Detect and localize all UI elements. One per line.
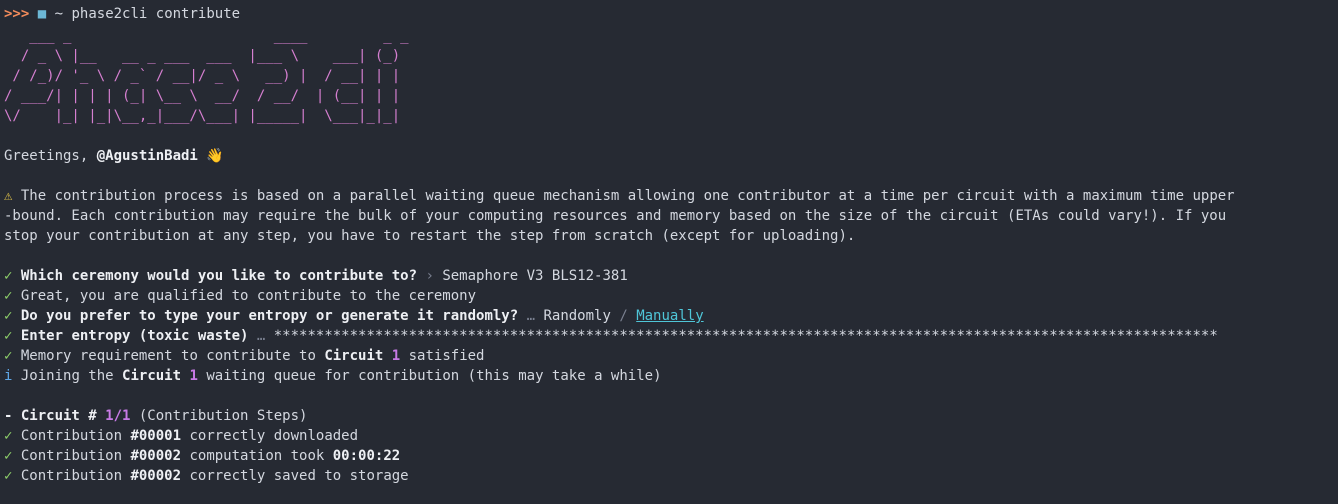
waving-hand-icon: 👋 (206, 148, 224, 164)
entropy-input-line: ✓ Enter entropy (toxic waste) … ********… (4, 328, 1218, 344)
circuit-progress: 1/1 (105, 408, 131, 424)
entropy-question-line: ✓ Do you prefer to type your entropy or … (4, 308, 704, 324)
entropy-masked-value: ****************************************… (273, 328, 1218, 344)
banner-line: / _ \ |__ __ _ ___ ___ |___ \ ___| (_) (4, 48, 401, 64)
contribution-row: ✓ Contribution #00002 correctly saved to… (4, 468, 409, 484)
terminal-output: ___ _ ____ _ _ / _ \ |__ __ _ ___ ___ |_… (4, 26, 1334, 486)
memory-line: ✓ Memory requirement to contribute to Ci… (4, 348, 485, 364)
check-icon: ✓ (4, 348, 13, 364)
contribution-row: ✓ Contribution #00002 computation took 0… (4, 448, 401, 464)
circuit-header: - Circuit # 1/1 (Contribution Steps) (4, 408, 308, 424)
banner-line: \/ |_| |_|\__,_|___/\___| |_____| \___|_… (4, 108, 401, 124)
check-icon: ✓ (4, 328, 13, 344)
check-icon: ✓ (4, 468, 13, 484)
info-icon: i (4, 368, 13, 384)
contribution-row: ✓ Contribution #00001 correctly download… (4, 428, 359, 444)
banner-line: / /_)/ '_ \ / _` / __|/ _ \ __) | / __| … (4, 68, 401, 84)
check-icon: ✓ (4, 268, 13, 284)
warning-line-3: stop your contribution at any step, you … (4, 228, 856, 244)
user-handle: @AgustinBadi (96, 148, 198, 164)
check-icon: ✓ (4, 308, 13, 324)
banner-line: / ___/| | | | (_| \__ \ __/ / __/ | (__|… (4, 88, 401, 104)
folder-icon: ■ (37, 6, 47, 22)
banner-line: ___ _ ____ _ _ (4, 28, 418, 44)
prompt-command: phase2cli contribute (71, 6, 241, 22)
queue-line: i Joining the Circuit 1 waiting queue fo… (4, 368, 662, 384)
check-icon: ✓ (4, 288, 13, 304)
prompt-tilde: ~ (54, 6, 64, 22)
ceremony-answer: Semaphore V3 BLS12-381 (442, 268, 628, 284)
ceremony-question-line: ✓ Which ceremony would you like to contr… (4, 268, 628, 284)
option-randomly[interactable]: Randomly (543, 308, 610, 324)
prompt-chevrons: >>> (4, 6, 30, 22)
greeting-line: Greetings, @AgustinBadi 👋 (4, 148, 224, 164)
check-icon: ✓ (4, 428, 13, 444)
check-icon: ✓ (4, 448, 13, 464)
shell-prompt: >>> ■ ~ phase2cli contribute (4, 4, 240, 24)
ascii-banner: ___ _ ____ _ _ / _ \ |__ __ _ ___ ___ |_… (4, 26, 1334, 126)
warning-line-2: -bound. Each contribution may require th… (4, 208, 1227, 224)
option-manually[interactable]: Manually (636, 308, 703, 324)
qualified-line: ✓ Great, you are qualified to contribute… (4, 288, 477, 304)
warning-line-1: ⚠ The contribution process is based on a… (4, 188, 1235, 204)
